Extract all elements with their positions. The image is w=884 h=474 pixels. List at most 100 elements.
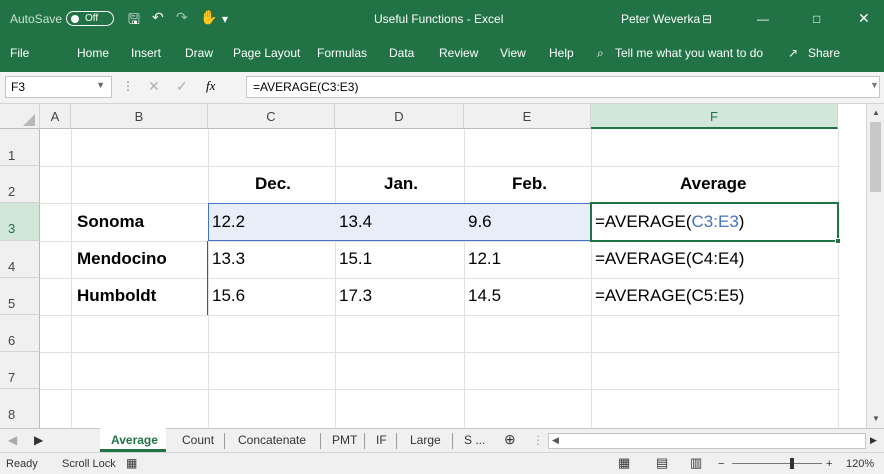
row-header-7[interactable]: 7 bbox=[0, 352, 40, 389]
minimize-icon[interactable]: — bbox=[757, 12, 769, 26]
cell-e4[interactable]: 12.1 bbox=[468, 249, 501, 269]
tab-separator bbox=[224, 433, 225, 449]
enter-icon[interactable]: ✓ bbox=[176, 78, 188, 95]
sheet-tab-large[interactable]: Large bbox=[410, 433, 441, 447]
header-feb[interactable]: Feb. bbox=[512, 174, 547, 194]
tab-view[interactable]: View bbox=[500, 46, 526, 60]
sheet-tab-concatenate[interactable]: Concatenate bbox=[238, 433, 306, 447]
macro-record-icon[interactable]: ▦ bbox=[126, 456, 137, 470]
status-bar: Ready Scroll Lock ▦ ▦ ▤ ▥ − + 120% bbox=[0, 452, 884, 474]
tab-data[interactable]: Data bbox=[389, 46, 414, 60]
row-header-2[interactable]: 2 bbox=[0, 166, 40, 203]
zoom-slider[interactable] bbox=[732, 463, 822, 464]
customize-qat-icon[interactable]: ▾ bbox=[222, 12, 228, 26]
cell-f4[interactable]: =AVERAGE(C4:E4) bbox=[595, 249, 744, 269]
name-box[interactable]: F3 ▼ bbox=[5, 76, 112, 98]
scroll-down-icon[interactable]: ▼ bbox=[872, 414, 880, 423]
cell-b3[interactable]: Sonoma bbox=[77, 212, 144, 232]
zoom-in-icon[interactable]: + bbox=[826, 458, 832, 470]
vertical-scrollbar[interactable]: ▲ ▼ bbox=[866, 104, 884, 428]
maximize-icon[interactable]: □ bbox=[813, 12, 820, 26]
worksheet-grid: A B C D E F 1 2 3 4 5 6 7 8 Dec. Jan. Fe… bbox=[0, 104, 884, 428]
normal-view-icon[interactable]: ▦ bbox=[618, 455, 630, 471]
cell-b5[interactable]: Humboldt bbox=[77, 286, 156, 306]
select-all-corner[interactable] bbox=[0, 104, 40, 129]
row-header-3[interactable]: 3 bbox=[0, 203, 40, 241]
cell-f3[interactable]: =AVERAGE(C3:E3) bbox=[595, 212, 744, 232]
cell-d5[interactable]: 17.3 bbox=[339, 286, 372, 306]
undo-icon[interactable]: ↶ bbox=[152, 9, 164, 26]
ribbon-display-icon[interactable]: ⊟ bbox=[702, 12, 712, 26]
tab-help[interactable]: Help bbox=[549, 46, 574, 60]
page-break-view-icon[interactable]: ▥ bbox=[690, 455, 702, 471]
tabs-splitter-icon[interactable]: ⋮ bbox=[532, 433, 544, 447]
cell-c4[interactable]: 13.3 bbox=[212, 249, 245, 269]
zoom-out-icon[interactable]: − bbox=[718, 458, 724, 470]
save-icon[interactable]: 🖫 bbox=[128, 9, 140, 33]
sheet-tab-count[interactable]: Count bbox=[182, 433, 214, 447]
sheet-tab-if[interactable]: IF bbox=[376, 433, 387, 447]
scroll-left-icon[interactable]: ◀ bbox=[552, 435, 559, 446]
column-header-b[interactable]: B bbox=[71, 104, 208, 129]
tab-review[interactable]: Review bbox=[439, 46, 478, 60]
close-icon[interactable]: ✕ bbox=[858, 10, 870, 27]
row-header-5[interactable]: 5 bbox=[0, 278, 40, 315]
tell-me-box[interactable]: Tell me what you want to do bbox=[615, 46, 763, 60]
sheet-tab-pmt[interactable]: PMT bbox=[332, 433, 357, 447]
cell-b4[interactable]: Mendocino bbox=[77, 249, 167, 269]
column-header-a[interactable]: A bbox=[40, 104, 71, 129]
user-name[interactable]: Peter Weverka bbox=[621, 12, 700, 26]
column-header-e[interactable]: E bbox=[464, 104, 591, 129]
share-icon[interactable]: ↗ bbox=[788, 46, 798, 60]
zoom-slider-thumb[interactable] bbox=[790, 458, 794, 469]
tab-formulas[interactable]: Formulas bbox=[317, 46, 367, 60]
header-jan[interactable]: Jan. bbox=[384, 174, 418, 194]
header-average[interactable]: Average bbox=[680, 174, 746, 194]
search-icon[interactable]: ⌕ bbox=[597, 46, 604, 61]
add-sheet-icon[interactable]: ⊕ bbox=[504, 431, 516, 448]
tab-separator bbox=[396, 433, 397, 449]
chevron-down-icon[interactable]: ▼ bbox=[96, 80, 105, 90]
vertical-scroll-thumb[interactable] bbox=[870, 122, 881, 192]
header-dec[interactable]: Dec. bbox=[255, 174, 291, 194]
gridline bbox=[40, 315, 840, 316]
cell-f5[interactable]: =AVERAGE(C5:E5) bbox=[595, 286, 744, 306]
row-header-8[interactable]: 8 bbox=[0, 389, 40, 428]
cell-border bbox=[207, 241, 208, 315]
formula-suffix: ) bbox=[738, 212, 745, 231]
cell-c3[interactable]: 12.2 bbox=[212, 212, 245, 232]
cell-d3[interactable]: 13.4 bbox=[339, 212, 372, 232]
tab-insert[interactable]: Insert bbox=[131, 46, 161, 60]
prev-sheet-icon[interactable]: ◀ bbox=[8, 433, 17, 447]
cell-d4[interactable]: 15.1 bbox=[339, 249, 372, 269]
expand-formula-icon[interactable]: ▼ bbox=[870, 80, 879, 90]
touch-mode-icon[interactable]: ✋ bbox=[200, 9, 217, 26]
scroll-right-icon[interactable]: ▶ bbox=[870, 435, 877, 446]
sheet-tab-more[interactable]: S ... bbox=[464, 433, 485, 447]
redo-icon[interactable]: ↷ bbox=[176, 9, 188, 26]
scroll-up-icon[interactable]: ▲ bbox=[872, 108, 880, 117]
next-sheet-icon[interactable]: ▶ bbox=[34, 433, 43, 447]
row-header-4[interactable]: 4 bbox=[0, 241, 40, 278]
cancel-icon[interactable]: ✕ bbox=[148, 78, 160, 95]
formula-input[interactable]: =AVERAGE(C3:E3) bbox=[246, 76, 880, 98]
zoom-level[interactable]: 120% bbox=[846, 458, 874, 470]
page-layout-view-icon[interactable]: ▤ bbox=[656, 455, 668, 471]
tab-draw[interactable]: Draw bbox=[185, 46, 213, 60]
tab-home[interactable]: Home bbox=[77, 46, 109, 60]
sheet-tab-average[interactable]: Average bbox=[111, 433, 158, 447]
column-header-d[interactable]: D bbox=[335, 104, 464, 129]
row-header-1[interactable]: 1 bbox=[0, 129, 40, 166]
cell-c5[interactable]: 15.6 bbox=[212, 286, 245, 306]
cell-e3[interactable]: 9.6 bbox=[468, 212, 492, 232]
cell-e5[interactable]: 14.5 bbox=[468, 286, 501, 306]
autosave-toggle[interactable]: Off bbox=[66, 11, 114, 26]
horizontal-scrollbar[interactable]: ◀ bbox=[548, 433, 866, 449]
tab-file[interactable]: File bbox=[10, 46, 29, 60]
share-button[interactable]: Share bbox=[808, 46, 840, 60]
tab-page-layout[interactable]: Page Layout bbox=[233, 46, 300, 60]
row-header-6[interactable]: 6 bbox=[0, 315, 40, 352]
column-header-f[interactable]: F bbox=[591, 104, 838, 129]
column-header-c[interactable]: C bbox=[208, 104, 335, 129]
insert-function-button[interactable]: fx bbox=[206, 78, 215, 94]
